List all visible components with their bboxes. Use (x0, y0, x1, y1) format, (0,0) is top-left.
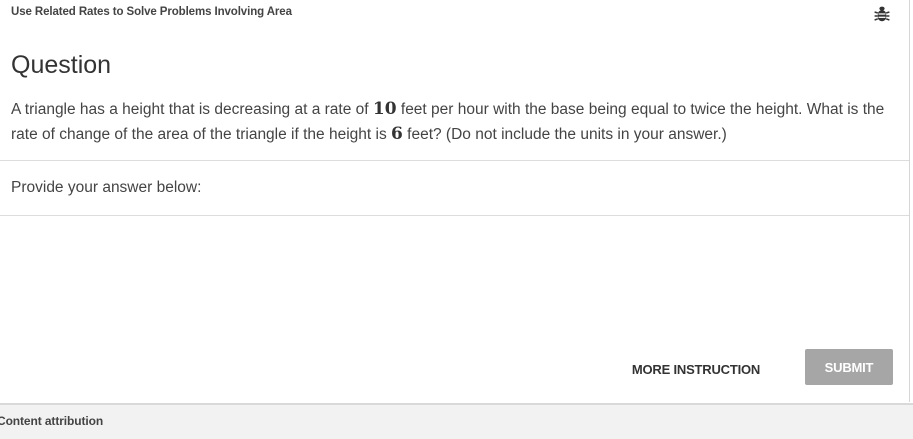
question-page: Use Related Rates to Solve Problems Invo… (0, 0, 913, 439)
question-heading: Question (11, 51, 112, 79)
question-text: A triangle has a height that is decreasi… (11, 97, 891, 147)
report-bug-button[interactable] (872, 4, 892, 24)
answer-input[interactable] (0, 217, 913, 346)
content-attribution-link[interactable]: Content attribution (0, 414, 103, 428)
question-text-part3: feet? (Do not include the units in your … (402, 126, 727, 143)
question-text-part1: A triangle has a height that is decreasi… (11, 101, 373, 118)
answer-divider (0, 215, 909, 216)
height-value: 6 (391, 124, 403, 144)
footer: Content attribution (0, 403, 913, 439)
topic-title: Use Related Rates to Solve Problems Invo… (11, 6, 292, 18)
question-card: Use Related Rates to Solve Problems Invo… (0, 0, 913, 402)
question-divider (0, 160, 909, 161)
submit-button[interactable]: SUBMIT (805, 349, 893, 385)
rate-value: 10 (372, 99, 397, 119)
answer-prompt: Provide your answer below: (11, 179, 202, 196)
bug-icon (874, 6, 890, 22)
more-instruction-button[interactable]: MORE INSTRUCTION (622, 354, 770, 384)
